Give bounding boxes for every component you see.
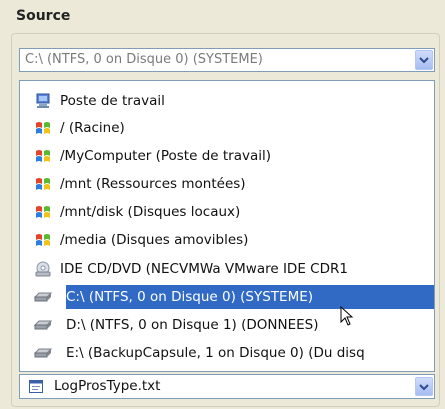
windows-flag-icon: [34, 231, 52, 249]
list-item-racine[interactable]: / (Racine): [34, 114, 434, 142]
combobox-value: C:\ (NTFS, 0 on Disque 0) (SYSTEME): [25, 52, 263, 67]
list-item-media[interactable]: /media (Disques amovibles): [34, 226, 434, 254]
list-item-label: / (Racine): [60, 120, 125, 136]
list-item-mycomputer[interactable]: /MyComputer (Poste de travail): [34, 142, 434, 170]
list-item-label: /mnt (Ressources montées): [60, 176, 246, 192]
list-item-label: C:\ (NTFS, 0 on Disque 0) (SYSTEME): [66, 289, 314, 305]
list-item-label: /MyComputer (Poste de travail): [60, 148, 272, 164]
dropdown-button[interactable]: [415, 377, 433, 396]
list-item-drive-e[interactable]: E:\ (BackupCapsule, 1 on Disque 0) (Du d…: [34, 339, 434, 367]
file-icon: [29, 380, 43, 393]
list-item-cd-dvd[interactable]: IDE CD/DVD (NECVMWa VMware IDE CDR1: [34, 255, 434, 283]
list-item-label: D:\ (NTFS, 0 on Disque 1) (DONNEES): [66, 317, 319, 333]
list-item-mnt-disk[interactable]: /mnt/disk (Disques locaux): [34, 198, 434, 226]
list-item-drive-c[interactable]: C:\ (NTFS, 0 on Disque 0) (SYSTEME): [34, 283, 434, 311]
list-item-label: IDE CD/DVD (NECVMWa VMware IDE CDR1: [60, 261, 348, 277]
list-item-drive-d[interactable]: D:\ (NTFS, 0 on Disque 1) (DONNEES): [34, 311, 434, 339]
windows-flag-icon: [34, 203, 52, 221]
cd-drive-icon: [34, 260, 52, 278]
section-title: Source: [16, 8, 71, 24]
hard-drive-icon: [34, 288, 52, 306]
list-item-label: /media (Disques amovibles): [60, 232, 249, 248]
file-combobox[interactable]: LogProsType.txt: [19, 374, 435, 399]
dropdown-list[interactable]: Poste de travail / (Racine) /MyComputer …: [19, 80, 435, 372]
hard-drive-icon: [34, 344, 52, 362]
mouse-cursor-icon: [340, 306, 354, 326]
dropdown-button[interactable]: [415, 50, 433, 70]
chevron-down-icon: [419, 383, 429, 390]
file-label: LogProsType.txt: [54, 378, 161, 394]
list-item-poste-de-travail[interactable]: Poste de travail: [34, 87, 434, 115]
source-combobox[interactable]: C:\ (NTFS, 0 on Disque 0) (SYSTEME): [19, 48, 435, 72]
windows-flag-icon: [34, 147, 52, 165]
windows-flag-icon: [34, 119, 52, 137]
hard-drive-icon: [34, 316, 52, 334]
list-item-label: E:\ (BackupCapsule, 1 on Disque 0) (Du d…: [66, 345, 365, 361]
computer-icon: [34, 92, 52, 110]
list-item-mnt[interactable]: /mnt (Ressources montées): [34, 170, 434, 198]
windows-flag-icon: [34, 175, 52, 193]
chevron-down-icon: [419, 57, 429, 64]
list-item-label: /mnt/disk (Disques locaux): [60, 204, 241, 220]
list-item-label: Poste de travail: [60, 93, 165, 109]
